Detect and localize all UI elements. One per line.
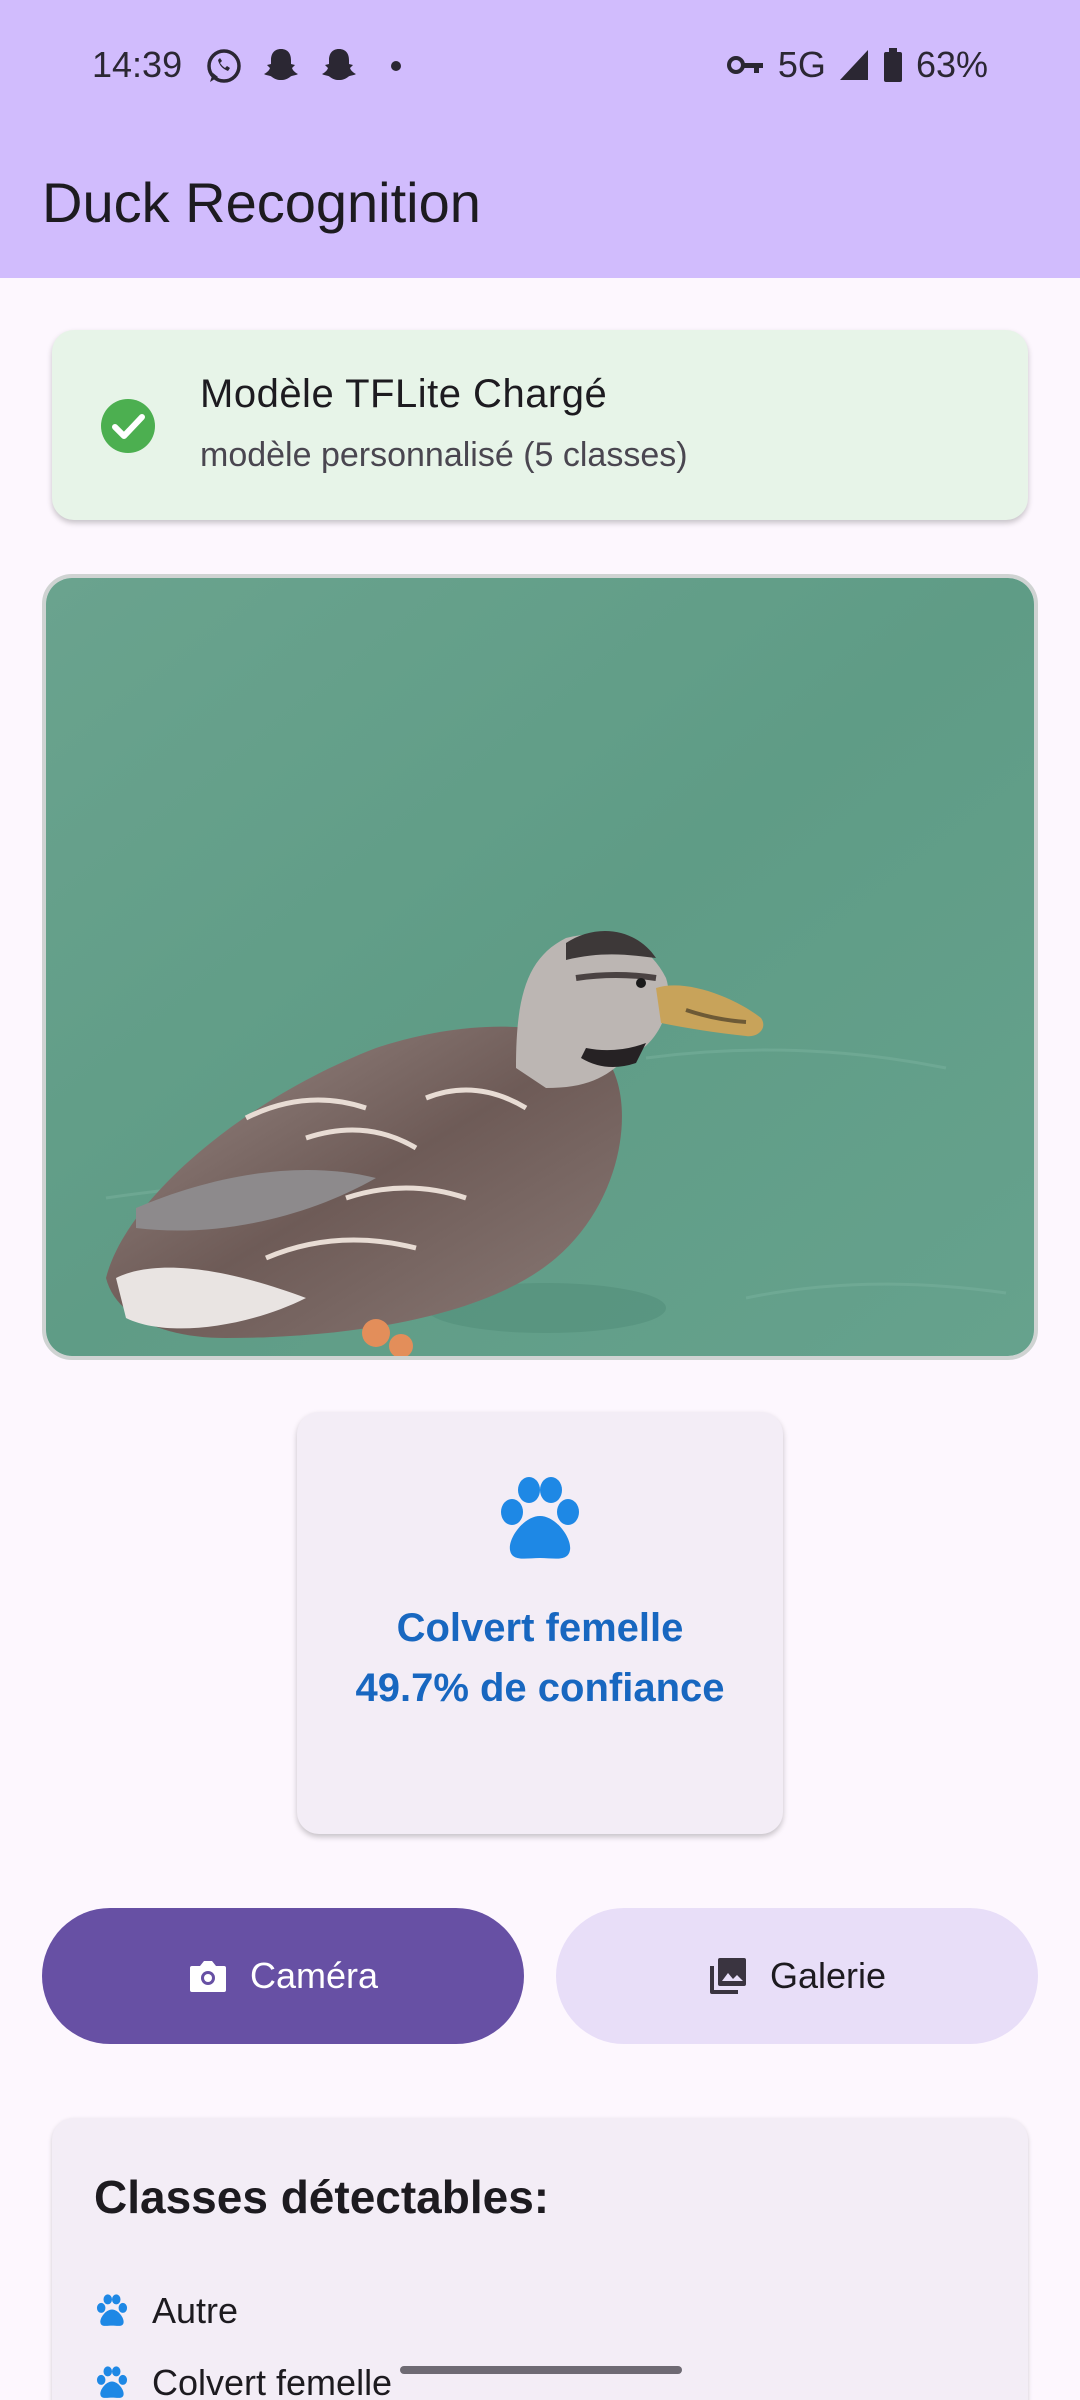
signal-icon	[839, 50, 868, 80]
model-status-title: Modèle TFLite Chargé	[200, 372, 608, 416]
whatsapp-icon	[207, 49, 241, 83]
paw-icon	[501, 1477, 579, 1559]
duck-photo	[46, 578, 1034, 1356]
model-status-subtitle: modèle personnalisé (5 classes)	[200, 436, 688, 474]
camera-icon	[189, 1961, 226, 1992]
prediction-result-card: Colvert femelle 49.7% de confiance	[297, 1412, 783, 1834]
snapchat-icon	[264, 49, 298, 80]
notification-dot-icon	[391, 61, 401, 71]
gallery-button[interactable]: Galerie	[556, 1908, 1038, 2044]
gallery-icon	[709, 1958, 746, 1994]
gallery-button-label: Galerie	[769, 1955, 887, 1996]
class-list-item: Autre	[94, 2290, 238, 2332]
home-indicator[interactable]	[400, 2366, 682, 2374]
status-indicators: 5G 63%	[726, 44, 988, 86]
selected-duck-image[interactable]	[42, 574, 1038, 1360]
classes-title: Classes détectables:	[94, 2171, 550, 2223]
app-title: Duck Recognition	[42, 171, 481, 234]
check-circle-icon	[101, 399, 155, 453]
camera-button[interactable]: Caméra	[42, 1908, 524, 2044]
status-time: 14:39	[92, 44, 183, 85]
camera-button-label: Caméra	[249, 1955, 379, 1996]
prediction-confidence: 49.7% de confiance	[355, 1666, 725, 1710]
paw-icon	[96, 2366, 128, 2398]
vpn-key-icon	[726, 56, 763, 74]
class-label: Autre	[152, 2290, 239, 2331]
battery-percent: 63%	[915, 44, 988, 85]
battery-icon	[883, 48, 902, 82]
class-list-item: Colvert femelle	[94, 2362, 392, 2400]
prediction-label: Colvert femelle	[396, 1606, 684, 1650]
app-header: 14:39 5G 63% Duck Recognition	[0, 0, 1080, 278]
model-status-card: Modèle TFLite Chargé modèle personnalisé…	[52, 330, 1028, 520]
class-label: Colvert femelle	[152, 2362, 393, 2400]
snapchat-icon	[322, 49, 356, 80]
network-type: 5G	[777, 44, 826, 85]
status-bar: 14:39 5G 63%	[0, 0, 1080, 134]
paw-icon	[96, 2294, 128, 2326]
detectable-classes-card: Classes détectables: Autre Colvert femel…	[52, 2118, 1028, 2400]
